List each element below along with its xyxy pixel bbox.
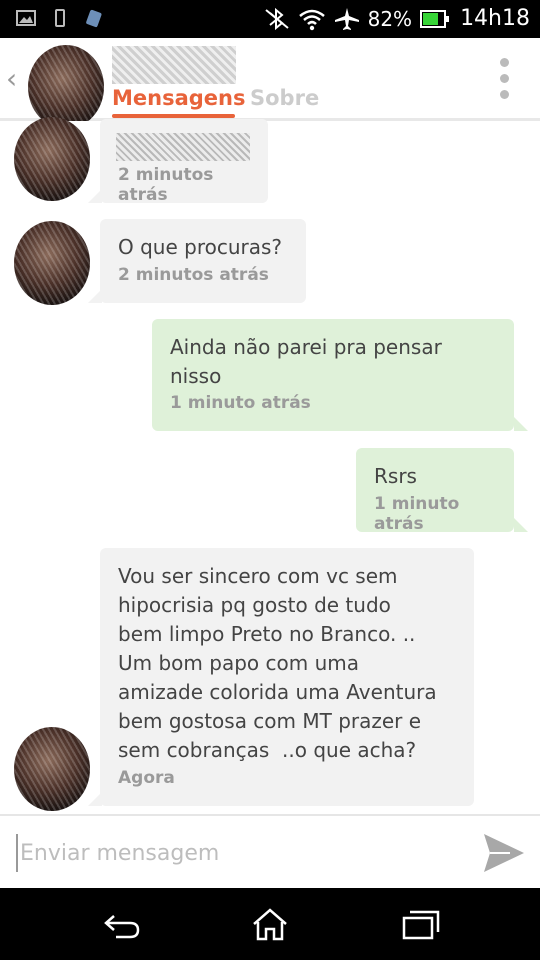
active-tab-indicator: [112, 114, 235, 118]
message-input[interactable]: [16, 834, 462, 872]
message-time: 1 minuto atrás: [170, 393, 311, 413]
sender-avatar[interactable]: [14, 727, 90, 811]
airplane-icon: [334, 7, 359, 30]
message-text: O que procuras?: [118, 235, 283, 259]
message-bubble-incoming: O que procuras? 2 minutos atrás: [100, 219, 306, 303]
message-time: 2 minutos atrás: [118, 165, 214, 205]
battery-percent: 82%: [367, 6, 413, 31]
clock: 14h18: [460, 6, 530, 31]
message-bubble-incoming: 2 minutos atrás: [100, 119, 268, 205]
home-icon[interactable]: [248, 906, 292, 942]
overflow-menu-icon[interactable]: [500, 58, 510, 99]
message-time: 2 minutos atrás: [118, 265, 269, 285]
message-text: Vou ser sincero com vc sem hipocrisia pq…: [118, 564, 437, 762]
message-list[interactable]: 2 minutos atrás O que procuras? 2 minuto…: [0, 117, 540, 811]
message-bubble-outgoing: Rsrs 1 minuto atrás: [356, 448, 514, 534]
chat-header: ‹ Mensagens Sobre: [0, 38, 540, 129]
back-icon[interactable]: ‹: [6, 62, 17, 95]
bubble-tail: [514, 518, 528, 532]
message-text: Ainda não parei pra pensar nisso: [170, 335, 442, 388]
bubble-tail: [88, 289, 102, 303]
sender-avatar[interactable]: [14, 221, 90, 305]
back-icon[interactable]: [100, 906, 144, 942]
wifi-icon: [298, 9, 325, 30]
bubble-tail: [88, 792, 102, 806]
gallery-icon: [16, 10, 36, 26]
message-time: 1 minuto atrás: [374, 494, 460, 534]
sender-avatar[interactable]: [14, 117, 90, 201]
phone-icon: [55, 9, 65, 27]
tab-messages[interactable]: Mensagens: [112, 86, 246, 110]
app-icon: [86, 9, 102, 28]
tab-about[interactable]: Sobre: [250, 86, 319, 110]
contact-name-redacted: [112, 46, 236, 84]
recent-apps-icon[interactable]: [398, 906, 442, 942]
system-nav-bar: [0, 888, 540, 960]
message-bubble-incoming: Vou ser sincero com vc sem hipocrisia pq…: [100, 548, 474, 806]
redacted-message-text: [116, 133, 250, 161]
send-icon[interactable]: [482, 832, 526, 874]
message-bubble-outgoing: Ainda não parei pra pensar nisso 1 minut…: [152, 319, 514, 431]
bluetooth-icon: [264, 7, 289, 30]
bubble-tail: [88, 189, 102, 203]
message-time: Agora: [118, 768, 175, 788]
status-bar: 82% 14h18: [0, 0, 540, 38]
message-text: Rsrs: [374, 464, 417, 488]
composer: [0, 814, 540, 890]
battery-icon: [420, 9, 450, 28]
bubble-tail: [514, 417, 528, 431]
